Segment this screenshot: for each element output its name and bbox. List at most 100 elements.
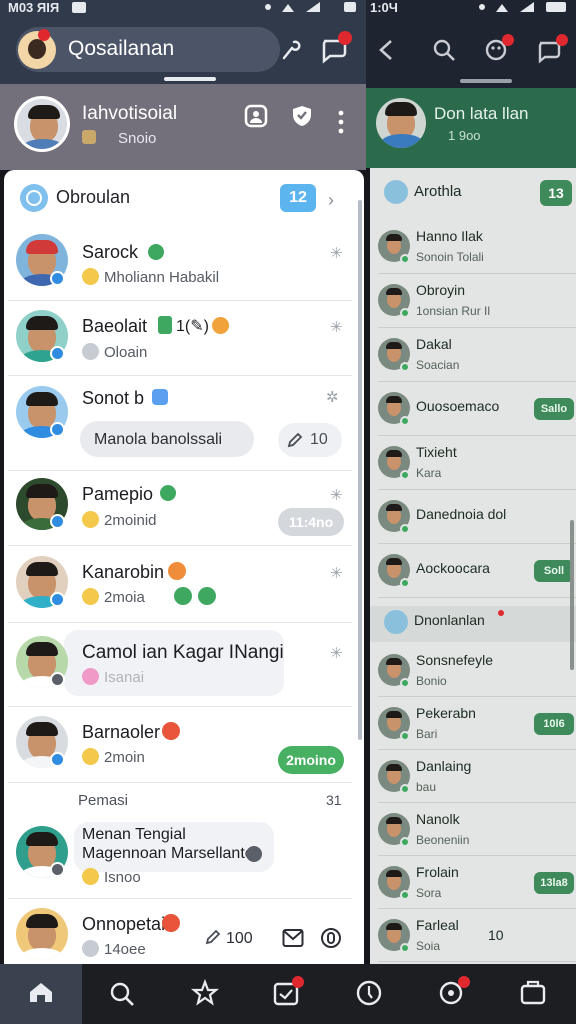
right-chat-row[interactable]: Hanno Ilak Sonoin Tolali	[370, 222, 576, 274]
online-badge-icon	[400, 308, 410, 318]
right-section-title: Arothla	[414, 183, 462, 200]
right-scrollbar[interactable]	[570, 520, 574, 670]
right-chat-row[interactable]: Danlaing bau	[370, 752, 576, 803]
pin-icon[interactable]: ✳	[330, 318, 343, 336]
divider	[378, 908, 576, 909]
divider	[8, 300, 352, 301]
pin-icon[interactable]: ✳	[330, 644, 343, 662]
right-chat-name: Frolain	[416, 864, 459, 880]
online-badge-icon	[400, 890, 410, 900]
voice-search-icon[interactable]	[278, 38, 302, 62]
chat-preview: Magennoan Marsellante	[82, 845, 254, 862]
divider	[378, 855, 576, 856]
chat-preview: 2moinid	[82, 511, 157, 529]
profile-avatar[interactable]	[14, 96, 70, 152]
right-chat-row[interactable]: Ouosoemaco Sallo	[370, 384, 576, 436]
pencil-icon[interactable]	[204, 928, 222, 946]
chat-list-scrollbar[interactable]	[358, 200, 362, 740]
right-chat-row[interactable]: Obroyin 1onsian Rur Il	[370, 276, 576, 328]
online-badge-icon	[400, 362, 410, 372]
divider	[378, 802, 576, 803]
right-chat-row[interactable]: Dakal Soacian	[370, 330, 576, 382]
contact-avatar[interactable]	[16, 908, 68, 960]
shield-icon[interactable]	[290, 104, 314, 128]
right-profile-avatar[interactable]	[376, 98, 426, 148]
right-chat-name: Ouosoemaco	[416, 398, 500, 414]
right-chat-sub: Bonio	[416, 674, 447, 688]
right-section-count: 13	[540, 180, 572, 206]
contact-card-icon[interactable]	[244, 104, 268, 128]
nav-status[interactable]	[410, 964, 492, 1024]
nav-tasks-notification-dot	[292, 976, 304, 988]
notification-dot	[502, 34, 514, 46]
right-chat-row[interactable]: Pekerabn Bari 10l6	[370, 699, 576, 750]
chat-sub: 14oee	[82, 940, 146, 958]
divider	[8, 782, 352, 783]
right-chat-name: Danednoia dol	[416, 506, 507, 522]
divider	[378, 961, 576, 962]
right-section-icon	[384, 180, 408, 204]
right-chat-row[interactable]: Aockoocara Soll	[370, 546, 576, 598]
pin-icon[interactable]: ✳	[330, 564, 343, 582]
emoji-icon	[212, 317, 229, 334]
divider	[8, 622, 352, 623]
nav-updates[interactable]	[328, 964, 410, 1024]
right-chat-name: Sonsnefeyle	[416, 652, 494, 668]
mail-icon[interactable]	[282, 928, 304, 948]
chat-sub-text: 14oee	[104, 941, 146, 958]
divider	[378, 543, 576, 544]
chevron-right-icon[interactable]: ›	[328, 190, 334, 211]
chat-preview: Isanai	[82, 668, 144, 686]
nav-favorites[interactable]	[164, 964, 246, 1024]
pin-icon[interactable]: ✲	[326, 388, 339, 406]
emoji-icon	[162, 914, 180, 932]
right-chat-row[interactable]: Danednoia dol	[370, 492, 576, 544]
online-badge-icon	[400, 837, 410, 847]
verified-badge-icon	[50, 592, 65, 607]
pin-icon[interactable]: ✳	[330, 244, 343, 262]
right-chat-name: Farleal	[416, 917, 459, 933]
home-icon	[30, 983, 52, 1002]
online-icon	[148, 244, 164, 260]
search-icon[interactable]	[432, 38, 456, 62]
nav-more[interactable]	[492, 964, 574, 1024]
right-chat-sub: Sora	[416, 886, 442, 900]
sparkle-icon	[168, 562, 186, 580]
reply-count: 100	[226, 930, 253, 947]
chat-name: Menan Tengial	[82, 826, 186, 843]
nav-home[interactable]	[0, 964, 82, 1024]
right-chat-sub: Sonoin Tolali	[416, 250, 484, 264]
message-chip-text: Manola banolssali	[94, 431, 223, 448]
back-icon[interactable]	[376, 38, 396, 62]
attachment-icon[interactable]	[320, 926, 342, 950]
pin-icon[interactable]: ✳	[330, 486, 343, 504]
verified-badge-icon	[50, 752, 65, 767]
right-chat-row[interactable]: Farleal Soia 10	[370, 911, 576, 962]
right-chat-row[interactable]: Sonsnefeyle Bonio	[370, 646, 576, 697]
right-drag-handle[interactable]	[460, 79, 512, 83]
muted-badge-icon	[50, 672, 65, 687]
divider	[378, 489, 576, 490]
nav-search[interactable]	[82, 964, 164, 1024]
divider	[8, 470, 352, 471]
right-chat-sub: 1onsian Rur Il	[416, 304, 491, 318]
online-badge-icon	[400, 254, 410, 264]
right-chat-row[interactable]: Nanolk Beoneniin	[370, 805, 576, 856]
right-chat-row[interactable]: Tixieht Kara	[370, 438, 576, 490]
drag-handle[interactable]	[164, 77, 216, 81]
right-time-badge: Sallo	[534, 398, 574, 420]
account-avatar[interactable]	[18, 31, 56, 69]
more-options-icon[interactable]	[338, 110, 344, 134]
right-chat-sub: Soacian	[416, 358, 460, 372]
nav-tasks[interactable]	[246, 964, 328, 1024]
right-profile-sub: 1 9oo	[448, 128, 481, 143]
right-chat-name: Tixieht	[416, 444, 457, 460]
divider	[378, 381, 576, 382]
search-label: Qosailanan	[68, 37, 175, 60]
right-chat-name: Aockoocara	[416, 560, 490, 576]
right-chat-row[interactable]: Frolain Sora 13la8	[370, 858, 576, 909]
account-notification-dot	[38, 29, 50, 41]
online-badge-icon	[400, 416, 410, 426]
right-time-badge: 10l6	[534, 713, 574, 735]
chat-preview-text: Oloain	[104, 344, 148, 361]
